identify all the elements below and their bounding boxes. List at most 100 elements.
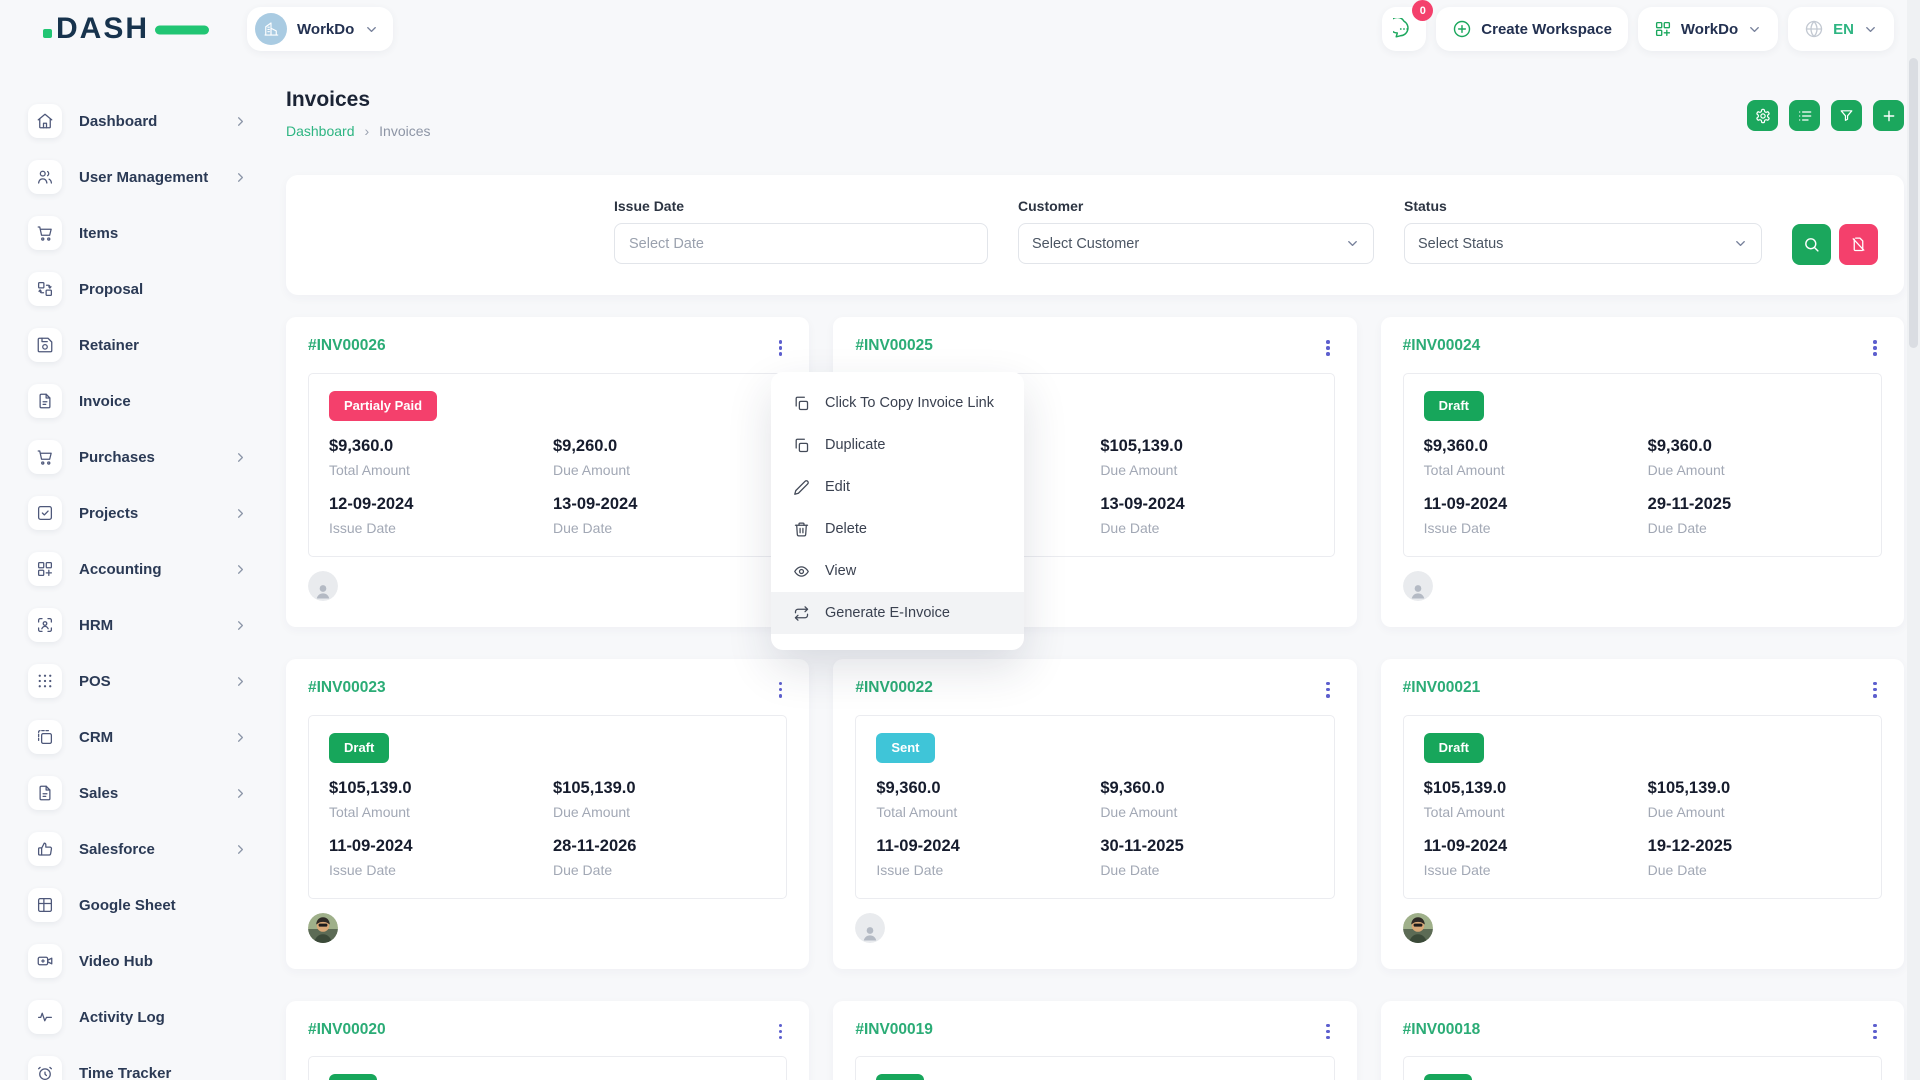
customer-avatar[interactable] xyxy=(308,913,338,943)
invoice-grid: #INV00026 Partialy Paid $9,360.0Total Am… xyxy=(286,317,1904,1080)
app-logo[interactable]: DASH xyxy=(56,12,149,46)
sidebar-item-salesforce[interactable]: Salesforce xyxy=(28,832,248,866)
invoice-id-link[interactable]: #INV00023 xyxy=(308,679,386,697)
sidebar-item-video-hub[interactable]: Video Hub xyxy=(28,944,248,978)
sidebar-item-proposal[interactable]: Proposal xyxy=(28,272,248,306)
filter-panel: Issue Date Customer Select Customer Stat… xyxy=(286,175,1904,295)
menu-item-copy-invoice-link[interactable]: Click To Copy Invoice Link xyxy=(771,382,1024,424)
sidebar-item-time-tracker[interactable]: Time Tracker xyxy=(28,1056,248,1080)
workspace-selector[interactable]: WorkDo xyxy=(247,7,393,51)
language-selector[interactable]: EN xyxy=(1788,7,1894,51)
reset-filter-button[interactable] xyxy=(1839,224,1878,265)
invoice-summary-box xyxy=(1403,1056,1882,1080)
menu-item-edit[interactable]: Edit xyxy=(771,466,1024,508)
invoice-id-link[interactable]: #INV00025 xyxy=(855,337,933,355)
sidebar-item-retainer[interactable]: Retainer xyxy=(28,328,248,362)
sidebar-item-label: Dashboard xyxy=(79,113,216,130)
menu-item-duplicate[interactable]: Duplicate xyxy=(771,424,1024,466)
total-amount-label: Total Amount xyxy=(329,462,553,478)
workdo-menu-button[interactable]: WorkDo xyxy=(1638,7,1778,51)
sidebar-item-purchases[interactable]: Purchases xyxy=(28,440,248,474)
list-view-button[interactable] xyxy=(1789,100,1820,131)
sidebar-item-hrm[interactable]: HRM xyxy=(28,608,248,642)
chevron-right-icon xyxy=(233,506,248,521)
invoice-id-link[interactable]: #INV00018 xyxy=(1403,1021,1481,1039)
menu-item-view[interactable]: View xyxy=(771,550,1024,592)
customer-avatar[interactable] xyxy=(308,571,338,601)
topbar-right: 0 Create Workspace WorkDo EN xyxy=(1382,7,1894,51)
menu-item-label: Duplicate xyxy=(825,437,885,453)
messages-button[interactable]: 0 xyxy=(1382,7,1426,51)
sidebar-item-dashboard[interactable]: Dashboard xyxy=(28,104,248,138)
card-menu-button[interactable] xyxy=(1321,337,1335,359)
home-icon xyxy=(28,104,62,138)
customer-select[interactable]: Select Customer xyxy=(1018,223,1374,264)
invoice-id-link[interactable]: #INV00022 xyxy=(855,679,933,697)
user-placeholder-icon xyxy=(308,571,338,601)
sidebar-item-label: Activity Log xyxy=(79,1009,248,1026)
due-date-value: 13-09-2024 xyxy=(1100,495,1313,514)
customer-avatar[interactable] xyxy=(855,913,885,943)
invoice-id-link[interactable]: #INV00026 xyxy=(308,337,386,355)
sidebar-item-label: User Management xyxy=(79,169,216,186)
customer-avatar[interactable] xyxy=(1403,913,1433,943)
sidebar-item-projects[interactable]: Projects xyxy=(28,496,248,530)
floppy-icon xyxy=(28,328,62,362)
sidebar-item-crm[interactable]: CRM xyxy=(28,720,248,754)
status-badge xyxy=(329,1074,377,1080)
language-label: EN xyxy=(1833,21,1854,38)
customer-avatar[interactable] xyxy=(1403,571,1433,601)
sidebar-item-invoice[interactable]: Invoice xyxy=(28,384,248,418)
sidebar-item-label: Invoice xyxy=(79,393,248,410)
invoice-id-link[interactable]: #INV00020 xyxy=(308,1021,386,1039)
status-select[interactable]: Select Status xyxy=(1404,223,1762,264)
card-menu-button[interactable] xyxy=(1321,1021,1335,1043)
gear-icon xyxy=(1755,108,1771,124)
card-context-menu: Click To Copy Invoice Link Duplicate Edi… xyxy=(771,372,1024,650)
menu-item-label: View xyxy=(825,563,856,579)
card-menu-button[interactable] xyxy=(1868,1021,1882,1043)
issue-date-value: 12-09-2024 xyxy=(329,495,553,514)
card-menu-button[interactable] xyxy=(774,679,788,701)
sidebar-item-sales[interactable]: Sales xyxy=(28,776,248,810)
invoice-id-link[interactable]: #INV00019 xyxy=(855,1021,933,1039)
status-badge: Sent xyxy=(876,733,934,763)
issue-date-input[interactable] xyxy=(614,223,988,264)
sidebar-item-user-management[interactable]: User Management xyxy=(28,160,248,194)
total-amount-value: $9,360.0 xyxy=(1424,437,1648,456)
sidebar-item-pos[interactable]: POS xyxy=(28,664,248,698)
total-amount-value: $9,360.0 xyxy=(329,437,553,456)
breadcrumb-dashboard-link[interactable]: Dashboard xyxy=(286,123,355,139)
breadcrumb-current: Invoices xyxy=(379,123,430,139)
card-menu-button[interactable] xyxy=(1868,679,1882,701)
sidebar-item-activity-log[interactable]: Activity Log xyxy=(28,1000,248,1034)
card-menu-button[interactable] xyxy=(1321,679,1335,701)
invoice-id-link[interactable]: #INV00024 xyxy=(1403,337,1481,355)
chevron-right-icon xyxy=(233,170,248,185)
search-button[interactable] xyxy=(1792,224,1831,265)
menu-item-generate-e-invoice[interactable]: Generate E-Invoice xyxy=(771,592,1024,634)
create-workspace-button[interactable]: Create Workspace xyxy=(1436,7,1628,51)
settings-button[interactable] xyxy=(1747,100,1778,131)
due-amount-value: $105,139.0 xyxy=(553,779,766,798)
sidebar-item-accounting[interactable]: Accounting xyxy=(28,552,248,586)
sidebar-item-items[interactable]: Items xyxy=(28,216,248,250)
sidebar-item-label: CRM xyxy=(79,729,216,746)
filter-button[interactable] xyxy=(1831,100,1862,131)
card-menu-button[interactable] xyxy=(1868,337,1882,359)
menu-item-delete[interactable]: Delete xyxy=(771,508,1024,550)
invoice-id-link[interactable]: #INV00021 xyxy=(1403,679,1481,697)
swap-boxes-icon xyxy=(28,272,62,306)
plus-circle-icon xyxy=(1452,19,1472,39)
duplicate-icon xyxy=(793,437,810,454)
sidebar-item-google-sheet[interactable]: Google Sheet xyxy=(28,888,248,922)
add-invoice-button[interactable] xyxy=(1873,100,1904,131)
issue-date-label: Issue Date xyxy=(1424,862,1648,878)
page-scrollbar[interactable] xyxy=(1907,0,1920,1080)
sidebar-item-label: Sales xyxy=(79,785,216,802)
chevron-right-icon xyxy=(233,842,248,857)
pencil-icon xyxy=(793,479,810,496)
scrollbar-thumb[interactable] xyxy=(1909,58,1918,348)
card-menu-button[interactable] xyxy=(774,1021,788,1043)
card-menu-button[interactable] xyxy=(774,337,788,359)
